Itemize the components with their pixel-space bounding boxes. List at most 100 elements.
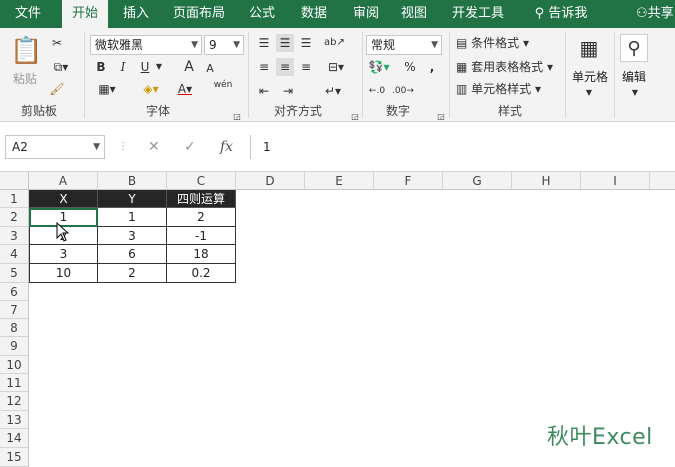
tab-review[interactable]: 审阅 [344, 0, 388, 28]
cell-styles-button[interactable]: ▥ 单元格样式 ▾ [456, 80, 552, 98]
column-header-d[interactable]: D [236, 172, 305, 190]
formula-input[interactable]: 1 [250, 135, 675, 159]
table-cell[interactable]: 18 [167, 245, 236, 264]
font-size-select[interactable]: 9 ▼ [204, 35, 244, 55]
column-header-overflow [650, 172, 675, 190]
orientation-icon[interactable]: ab↗ [324, 34, 345, 52]
format-as-table-button[interactable]: ▦ 套用表格格式 ▾ [456, 58, 562, 76]
row-header[interactable]: 7 [0, 301, 29, 319]
row-header[interactable]: 8 [0, 319, 29, 337]
table-cell[interactable]: 10 [29, 264, 98, 283]
find-icon[interactable]: ⚲ [620, 34, 648, 62]
table-header-cell[interactable]: Y [98, 190, 167, 208]
tab-formulas[interactable]: 公式 [240, 0, 284, 28]
clipboard-group-label: 剪贴板 [20, 104, 57, 118]
column-header-h[interactable]: H [512, 172, 581, 190]
tab-home[interactable]: 开始 [62, 0, 108, 28]
row-header[interactable]: 3 [0, 227, 29, 245]
row-header[interactable]: 11 [0, 374, 29, 392]
currency-icon[interactable]: 💱▾ [366, 58, 392, 76]
row-header[interactable]: 15 [0, 448, 29, 467]
wrap-text-icon[interactable]: ↵▾ [322, 82, 344, 100]
decrease-indent-icon[interactable]: ⇤ [256, 82, 272, 100]
number-format-select[interactable]: 常规 ▼ [366, 35, 442, 55]
tell-me-box[interactable]: ⚲ 告诉我 [526, 0, 596, 28]
insert-function-icon[interactable]: fx [220, 135, 240, 159]
tab-developer[interactable]: 开发工具 [446, 0, 510, 28]
editing-button[interactable]: 编辑 [618, 68, 650, 85]
table-cell[interactable]: 3 [98, 227, 167, 245]
row-header[interactable]: 1 [0, 190, 29, 208]
font-color-icon[interactable]: A▾ [170, 80, 200, 98]
table-cell[interactable]: 6 [98, 245, 167, 264]
italic-button[interactable]: I [116, 58, 130, 76]
row-header[interactable]: 13 [0, 411, 29, 429]
column-header-b[interactable]: B [98, 172, 167, 190]
row-header[interactable]: 12 [0, 392, 29, 411]
fill-color-icon[interactable]: ◈▾ [136, 80, 166, 98]
tab-data[interactable]: 数据 [292, 0, 336, 28]
cut-icon[interactable]: ✂ [48, 34, 66, 52]
table-cell[interactable]: -1 [167, 227, 236, 245]
grow-font-button[interactable]: A [182, 58, 196, 76]
table-cell[interactable]: 2 [167, 208, 236, 227]
align-left-icon[interactable]: ≡ [256, 58, 272, 76]
divider [565, 32, 566, 118]
row-header[interactable]: 2 [0, 208, 29, 227]
comma-button[interactable]: , [426, 58, 438, 76]
row-header[interactable]: 4 [0, 245, 29, 264]
table-cell[interactable]: 0.2 [167, 264, 236, 283]
percent-button[interactable]: % [402, 58, 418, 76]
decrease-decimal-icon[interactable]: .00→ [392, 82, 414, 100]
table-cell[interactable]: 2 [98, 264, 167, 283]
font-name-select[interactable]: 微软雅黑 ▼ [90, 35, 202, 55]
row-header[interactable]: 14 [0, 429, 29, 448]
row-header[interactable]: 6 [0, 283, 29, 301]
border-icon[interactable]: ▦▾ [92, 80, 122, 98]
align-bottom-icon[interactable]: ☰ [298, 34, 314, 52]
merge-icon[interactable]: ⊟▾ [322, 58, 350, 76]
column-header-i[interactable]: I [581, 172, 650, 190]
increase-indent-icon[interactable]: ⇥ [280, 82, 296, 100]
row-header[interactable]: 9 [0, 337, 29, 356]
increase-decimal-icon[interactable]: ←.0 [366, 82, 388, 100]
bold-button[interactable]: B [94, 58, 108, 76]
share-button[interactable]: ⚇共享 [636, 0, 675, 28]
copy-icon[interactable]: ⧉▾ [48, 58, 74, 76]
paste-button[interactable]: 粘贴 [8, 70, 42, 87]
format-painter-icon[interactable]: 🖌 [48, 80, 66, 98]
table-cell[interactable]: 3 [29, 245, 98, 264]
conditional-format-button[interactable]: ▤ 条件格式 ▾ [456, 34, 536, 52]
enter-icon[interactable]: ✓ [184, 135, 200, 159]
column-header-c[interactable]: C [167, 172, 236, 190]
column-header-e[interactable]: E [305, 172, 374, 190]
name-box[interactable]: A2 ▼ [5, 135, 105, 159]
cells-button[interactable]: 单元格 [568, 68, 612, 85]
align-middle-icon[interactable]: ☰ [276, 34, 294, 52]
cells-icon[interactable]: ▦ [575, 34, 603, 62]
align-top-icon[interactable]: ☰ [256, 34, 272, 52]
phonetic-button[interactable]: wén [212, 76, 234, 94]
underline-button[interactable]: U [138, 58, 152, 76]
select-all-corner[interactable] [0, 172, 29, 190]
chevron-down-icon[interactable]: ▼ [584, 84, 594, 102]
column-header-g[interactable]: G [443, 172, 512, 190]
row-header[interactable]: 10 [0, 356, 29, 374]
table-header-cell[interactable]: 四则运算 [167, 190, 236, 208]
row-header[interactable]: 5 [0, 264, 29, 283]
chevron-down-icon[interactable]: ▼ [154, 58, 164, 76]
align-right-icon[interactable]: ≡ [298, 58, 314, 76]
tab-insert[interactable]: 插入 [114, 0, 158, 28]
tab-view[interactable]: 视图 [392, 0, 436, 28]
column-header-f[interactable]: F [374, 172, 443, 190]
tab-file[interactable]: 文件 [6, 0, 50, 28]
tab-page-layout[interactable]: 页面布局 [166, 0, 232, 28]
table-header-cell[interactable]: X [29, 190, 98, 208]
column-header-a[interactable]: A [29, 172, 98, 190]
align-center-icon[interactable]: ≡ [276, 58, 294, 76]
cancel-icon[interactable]: ✕ [148, 135, 164, 159]
paste-icon[interactable]: 📋 [10, 36, 42, 68]
chevron-down-icon[interactable]: ▼ [630, 84, 640, 102]
table-cell[interactable]: 1 [98, 208, 167, 227]
mouse-cursor-icon [56, 222, 70, 242]
